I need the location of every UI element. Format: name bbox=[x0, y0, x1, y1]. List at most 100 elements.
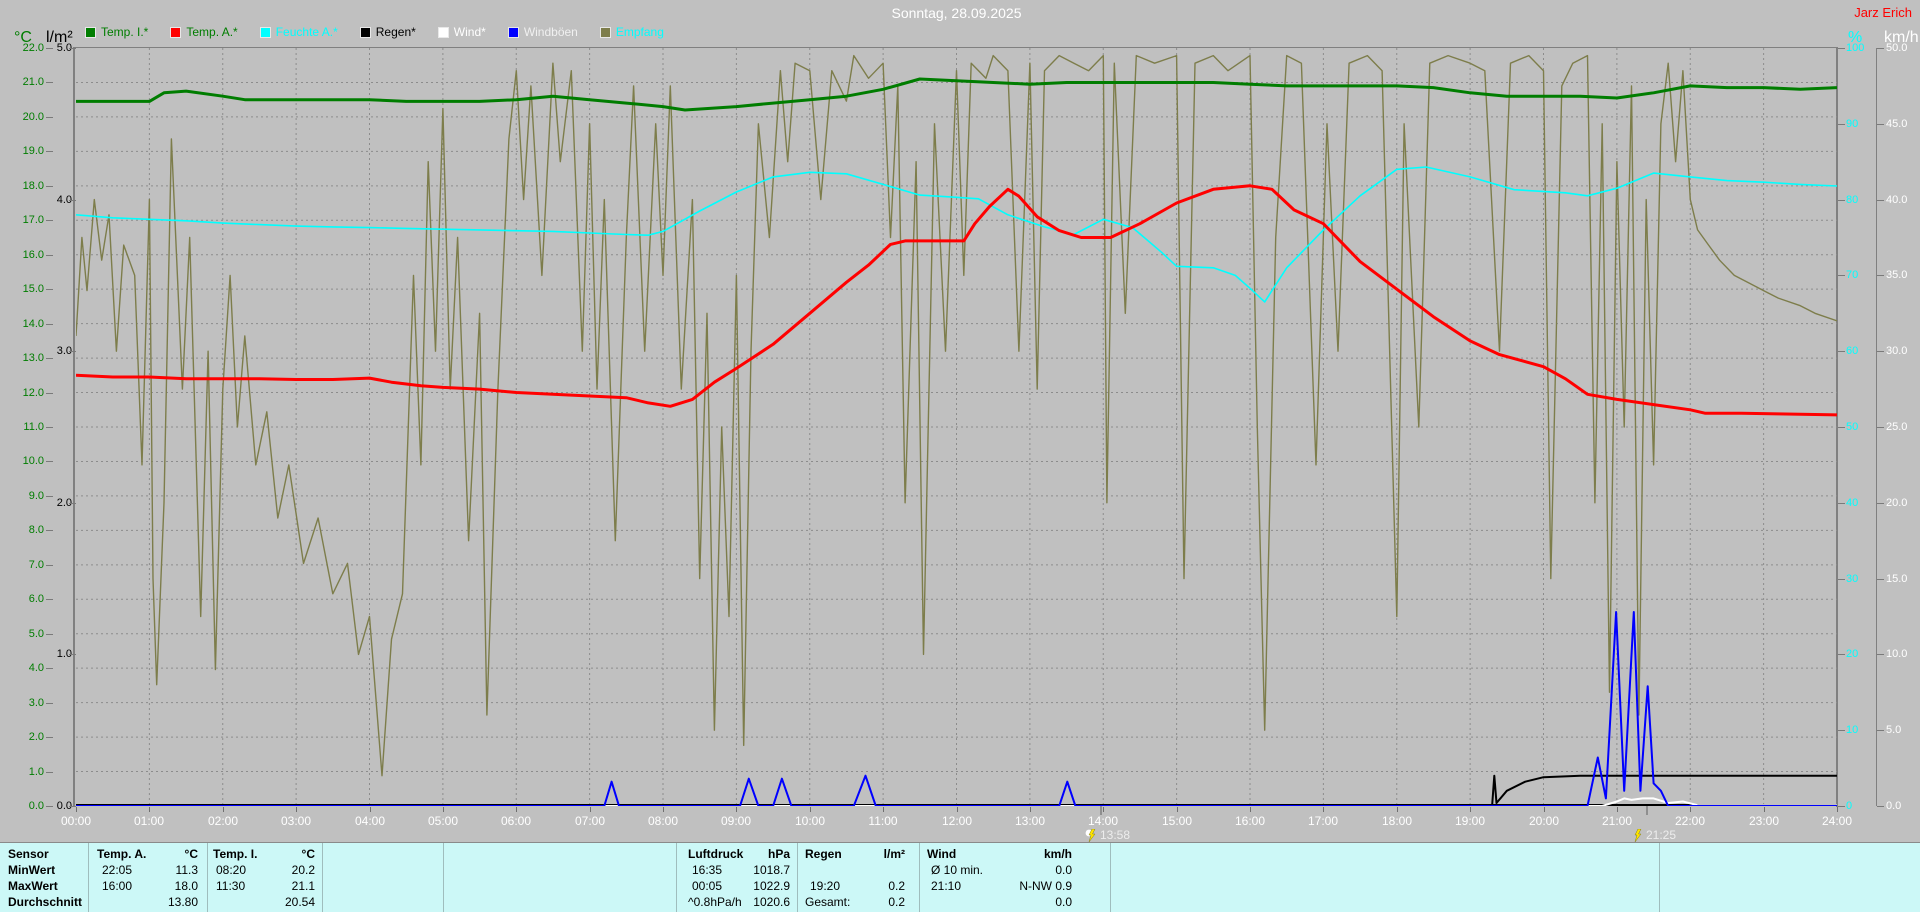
humidity-tick-mark bbox=[1838, 579, 1845, 580]
table-cell-time: 21:10 bbox=[931, 879, 962, 893]
humidity-tick-mark bbox=[1838, 48, 1845, 49]
time-tick-label: 14:00 bbox=[1087, 814, 1119, 828]
temp-tick-mark bbox=[46, 737, 53, 738]
time-tick-mark bbox=[516, 807, 517, 812]
temp-tick-label: 1.0 bbox=[28, 766, 44, 778]
humidity-tick-mark bbox=[1838, 124, 1845, 125]
rain-tick-mark bbox=[69, 48, 76, 49]
temp-tick-label: 21.0 bbox=[22, 76, 44, 88]
temp-tick-mark bbox=[46, 82, 53, 83]
temp-tick-label: 14.0 bbox=[22, 318, 44, 330]
time-tick-label: 22:00 bbox=[1674, 814, 1706, 828]
time-tick-mark bbox=[1177, 807, 1178, 812]
table-divider bbox=[797, 843, 798, 912]
temp-tick-mark bbox=[46, 117, 53, 118]
legend-item-feuchtea[interactable]: Feuchte A.* bbox=[259, 25, 338, 39]
wind-tick-label: 45.0 bbox=[1886, 118, 1908, 130]
time-tick-label: 10:00 bbox=[794, 814, 826, 828]
wind-tick-label: 0.0 bbox=[1886, 800, 1902, 812]
rain-tick-mark bbox=[69, 200, 76, 201]
legend-label: Regen* bbox=[375, 25, 416, 39]
time-tick-label: 05:00 bbox=[427, 814, 459, 828]
wind-tick-mark bbox=[1877, 200, 1884, 201]
humidity-tick-label: 70 bbox=[1846, 269, 1859, 281]
time-tick-label: 19:00 bbox=[1454, 814, 1486, 828]
table-cell-time: Ø 10 min. bbox=[931, 863, 984, 877]
humidity-tick-mark bbox=[1838, 427, 1845, 428]
event-marker-time: 13:58 bbox=[1100, 828, 1131, 842]
temp-tick-label: 10.0 bbox=[22, 455, 44, 467]
rain-tick-label: 5.0 bbox=[56, 42, 72, 54]
table-row-label: Durchschnitt bbox=[8, 895, 83, 909]
time-tick-label: 18:00 bbox=[1381, 814, 1413, 828]
table-divider bbox=[919, 843, 920, 912]
temp-tick-label: 17.0 bbox=[22, 214, 44, 226]
time-tick-label: 00:00 bbox=[60, 814, 92, 828]
table-divider bbox=[207, 843, 208, 912]
rain-tick-label: 4.0 bbox=[56, 194, 72, 206]
time-tick-label: 21:00 bbox=[1601, 814, 1633, 828]
legend-swatch-icon bbox=[85, 26, 96, 38]
legend-label: Wind* bbox=[453, 25, 486, 39]
time-tick-mark bbox=[370, 807, 371, 812]
legend-item-regen[interactable]: Regen* bbox=[359, 25, 416, 39]
time-tick-mark bbox=[1103, 807, 1104, 812]
humidity-tick-label: 90 bbox=[1846, 118, 1859, 130]
wind-tick-mark bbox=[1877, 48, 1884, 49]
table-cell-value: 21.1 bbox=[291, 879, 315, 893]
time-tick-mark bbox=[1544, 807, 1545, 812]
temp-tick-label: 7.0 bbox=[28, 559, 44, 571]
time-tick-label: 16:00 bbox=[1234, 814, 1266, 828]
time-tick-mark bbox=[76, 807, 77, 812]
time-tick-label: 24:00 bbox=[1821, 814, 1853, 828]
temp-tick-mark bbox=[46, 289, 53, 290]
humidity-tick-label: 20 bbox=[1846, 648, 1859, 660]
temp-tick-mark bbox=[46, 427, 53, 428]
legend-item-windben[interactable]: Windböen bbox=[507, 25, 578, 39]
legend-item-tempi[interactable]: Temp. I.* bbox=[85, 25, 148, 39]
time-tick-label: 06:00 bbox=[500, 814, 532, 828]
legend-swatch-icon bbox=[437, 26, 449, 38]
legend-item-wind[interactable]: Wind* bbox=[437, 25, 486, 39]
temp-tick-mark bbox=[46, 220, 53, 221]
temp-tick-mark bbox=[46, 772, 53, 773]
humidity-tick-label: 30 bbox=[1846, 573, 1859, 585]
wind-tick-mark bbox=[1877, 579, 1884, 580]
legend-item-empfang[interactable]: Empfang bbox=[599, 25, 664, 39]
time-tick-mark bbox=[663, 807, 664, 812]
legend-label: Windböen bbox=[523, 25, 578, 39]
table-cell-value: 0.0 bbox=[1055, 895, 1072, 909]
legend-swatch-icon bbox=[359, 26, 371, 38]
time-tick-label: 23:00 bbox=[1748, 814, 1780, 828]
time-tick-mark bbox=[1397, 807, 1398, 812]
rain-tick-label: 3.0 bbox=[56, 345, 72, 357]
humidity-tick-label: 100 bbox=[1846, 42, 1865, 54]
page-title: Sonntag, 28.09.2025 bbox=[891, 5, 1022, 21]
temp-tick-mark bbox=[46, 599, 53, 600]
table-col-unit: °C bbox=[184, 847, 198, 861]
station-name: Jarz Erich bbox=[1854, 5, 1912, 20]
time-tick-mark bbox=[736, 807, 737, 812]
rain-event-icon bbox=[1085, 828, 1096, 842]
table-divider bbox=[443, 843, 444, 912]
time-tick-label: 02:00 bbox=[207, 814, 239, 828]
temp-tick-mark bbox=[46, 530, 53, 531]
humidity-tick-mark bbox=[1838, 503, 1845, 504]
temp-tick-label: 15.0 bbox=[22, 283, 44, 295]
chart-plot[interactable] bbox=[76, 48, 1837, 806]
wind-tick-label: 5.0 bbox=[1886, 724, 1902, 736]
legend-item-tempa[interactable]: Temp. A.* bbox=[170, 25, 238, 39]
wind-tick-label: 15.0 bbox=[1886, 573, 1908, 585]
time-tick-label: 08:00 bbox=[647, 814, 679, 828]
time-tick-label: 09:00 bbox=[720, 814, 752, 828]
table-col-unit: hPa bbox=[767, 847, 790, 861]
table-cell-value: 13.80 bbox=[167, 895, 198, 909]
temp-tick-mark bbox=[46, 358, 53, 359]
table-cell-value: 18.0 bbox=[174, 879, 198, 893]
series-regen bbox=[76, 774, 1837, 806]
rain-tick-label: 0.0 bbox=[56, 800, 72, 812]
wind-tick-label: 30.0 bbox=[1886, 345, 1908, 357]
humidity-tick-mark bbox=[1838, 654, 1845, 655]
time-tick-mark bbox=[1323, 807, 1324, 812]
table-row-label: MinWert bbox=[8, 863, 56, 877]
